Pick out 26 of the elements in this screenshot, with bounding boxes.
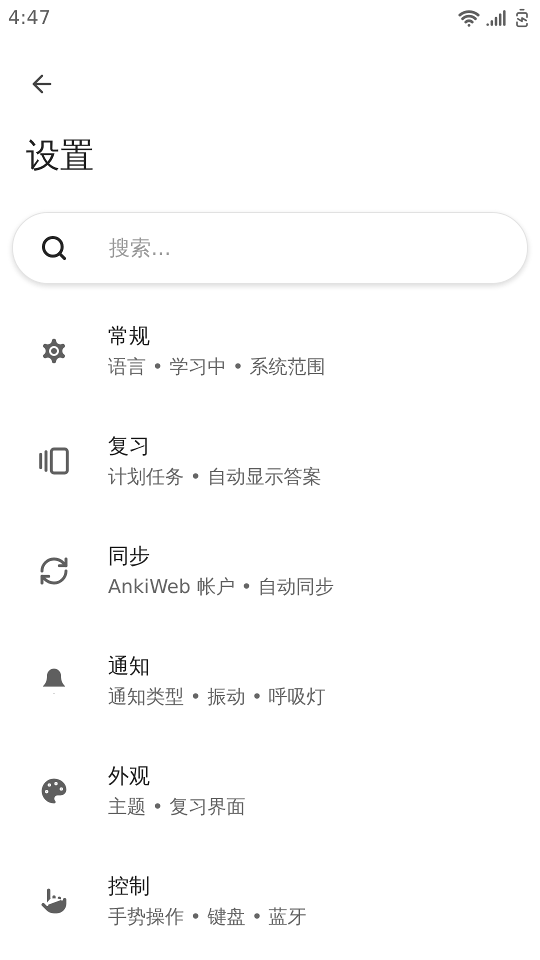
- item-title: 同步: [108, 543, 151, 570]
- search-field[interactable]: 搜索...: [12, 212, 528, 284]
- item-subtitle: 语言 • 学习中 • 系统范围: [108, 355, 326, 380]
- item-title: 通知: [108, 653, 151, 680]
- signal-icon: [486, 8, 506, 28]
- item-subtitle: 计划任务 • 自动显示答案: [108, 465, 322, 490]
- page-title: 设置: [25, 135, 95, 178]
- status-time: 4:47: [8, 6, 51, 31]
- item-title: 复习: [108, 433, 151, 460]
- sync-icon: [38, 555, 70, 587]
- settings-item[interactable]: 控制 手势操作 • 键盘 • 蓝牙: [0, 846, 540, 956]
- settings-item[interactable]: 外观 主题 • 复习界面: [0, 736, 540, 846]
- settings-item[interactable]: 同步 AnkiWeb 帐户 • 自动同步: [0, 516, 540, 626]
- search-icon: [40, 234, 68, 262]
- cards-icon: [38, 445, 70, 477]
- settings-item[interactable]: 复习 计划任务 • 自动显示答案: [0, 406, 540, 516]
- item-subtitle: 主题 • 复习界面: [108, 795, 246, 820]
- item-title: 常规: [108, 323, 151, 350]
- settings-item[interactable]: 常规 语言 • 学习中 • 系统范围: [0, 296, 540, 406]
- item-title: 控制: [108, 873, 151, 900]
- wifi-icon: [458, 7, 480, 29]
- item-subtitle: AnkiWeb 帐户 • 自动同步: [108, 575, 334, 600]
- settings-item[interactable]: 通知 通知类型 • 振动 • 呼吸灯: [0, 626, 540, 736]
- item-title: 外观: [108, 763, 151, 790]
- item-subtitle: 通知类型 • 振动 • 呼吸灯: [108, 685, 326, 710]
- item-subtitle: 手势操作 • 键盘 • 蓝牙: [108, 905, 307, 930]
